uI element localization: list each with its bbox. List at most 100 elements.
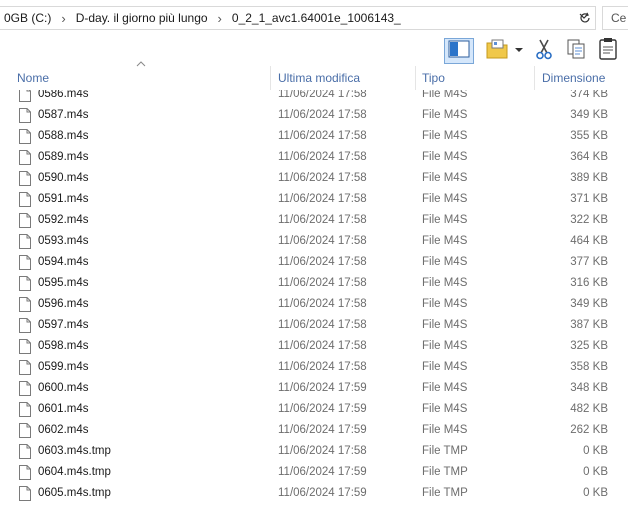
file-modified: 11/06/2024 17:59 — [278, 487, 367, 499]
file-row[interactable]: 0602.m4s 11/06/2024 17:59 File M4S 262 KB — [0, 420, 628, 441]
file-row[interactable]: 0601.m4s 11/06/2024 17:59 File M4S 482 KB — [0, 399, 628, 420]
file-row[interactable]: 0598.m4s 11/06/2024 17:58 File M4S 325 KB — [0, 336, 628, 357]
file-modified: 11/06/2024 17:58 — [278, 445, 367, 457]
column-header-row: Nome Ultima modifica Tipo Dimensione — [0, 61, 628, 90]
file-icon — [19, 129, 31, 144]
file-modified: 11/06/2024 17:58 — [278, 172, 367, 184]
file-size: 364 KB — [570, 151, 608, 163]
file-modified: 11/06/2024 17:59 — [278, 424, 367, 436]
file-row[interactable]: 0604.m4s.tmp 11/06/2024 17:59 File TMP 0 KB — [0, 462, 628, 483]
preview-pane-icon — [448, 40, 470, 63]
file-modified: 11/06/2024 17:59 — [278, 382, 367, 394]
file-size: 389 KB — [570, 172, 608, 184]
file-row[interactable]: 0600.m4s 11/06/2024 17:59 File M4S 348 KB — [0, 378, 628, 399]
paste-button[interactable] — [596, 37, 620, 64]
file-name[interactable]: 0604.m4s.tmp — [38, 462, 111, 483]
file-type: File TMP — [422, 466, 468, 478]
file-size: 325 KB — [570, 340, 608, 352]
file-type: File M4S — [422, 361, 468, 373]
file-name[interactable]: 0595.m4s — [38, 273, 89, 294]
file-name[interactable]: 0594.m4s — [38, 252, 89, 273]
file-icon — [19, 234, 31, 249]
file-row[interactable]: 0593.m4s 11/06/2024 17:58 File M4S 464 KB — [0, 231, 628, 252]
column-header-type[interactable]: Tipo — [416, 66, 535, 90]
file-modified: 11/06/2024 17:58 — [278, 130, 367, 142]
file-modified: 11/06/2024 17:58 — [278, 319, 367, 331]
breadcrumb-folder[interactable]: D-day. il giorno più lungo — [72, 11, 212, 25]
file-modified: 11/06/2024 17:58 — [278, 277, 367, 289]
file-type: File M4S — [422, 151, 468, 163]
file-name[interactable]: 0597.m4s — [38, 315, 89, 336]
column-header-size[interactable]: Dimensione — [535, 66, 628, 90]
change-view-icon — [485, 38, 525, 65]
file-size: 349 KB — [570, 298, 608, 310]
file-row[interactable]: 0587.m4s 11/06/2024 17:58 File M4S 349 KB — [0, 105, 628, 126]
file-row[interactable]: 0590.m4s 11/06/2024 17:58 File M4S 389 KB — [0, 168, 628, 189]
cut-icon — [534, 38, 554, 65]
file-name[interactable]: 0596.m4s — [38, 294, 89, 315]
column-header-name[interactable]: Nome — [0, 66, 271, 90]
file-name[interactable]: 0588.m4s — [38, 126, 89, 147]
file-size: 358 KB — [570, 361, 608, 373]
breadcrumb-drive[interactable]: 0GB (C:) — [0, 11, 55, 25]
copy-icon — [566, 38, 586, 65]
breadcrumb-current-folder[interactable]: 0_2_1_avc1.64001e_1006143_ — [228, 11, 405, 25]
file-modified: 11/06/2024 17:59 — [278, 466, 367, 478]
breadcrumb-separator: › — [61, 10, 66, 26]
file-size: 0 KB — [583, 487, 608, 499]
column-header-modified[interactable]: Ultima modifica — [271, 66, 416, 90]
file-type: File M4S — [422, 130, 468, 142]
file-list: 0586.m4s 11/06/2024 17:58 File M4S 374 KB 05… — [0, 90, 628, 518]
file-row[interactable]: 0599.m4s 11/06/2024 17:58 File M4S 358 KB — [0, 357, 628, 378]
file-name[interactable]: 0603.m4s.tmp — [38, 441, 111, 462]
file-name[interactable]: 0602.m4s — [38, 420, 89, 441]
file-row[interactable]: 0588.m4s 11/06/2024 17:58 File M4S 355 KB — [0, 126, 628, 147]
file-modified: 11/06/2024 17:58 — [278, 298, 367, 310]
file-name[interactable]: 0598.m4s — [38, 336, 89, 357]
cut-button[interactable] — [532, 38, 556, 64]
file-name[interactable]: 0605.m4s.tmp — [38, 483, 111, 504]
file-type: File M4S — [422, 193, 468, 205]
file-size: 262 KB — [570, 424, 608, 436]
file-type: File M4S — [422, 403, 468, 415]
file-type: File M4S — [422, 109, 468, 121]
file-modified: 11/06/2024 17:58 — [278, 193, 367, 205]
file-icon — [19, 486, 31, 501]
address-bar[interactable]: 0GB (C:) › D-day. il giorno più lungo › … — [0, 6, 596, 30]
file-row[interactable]: 0586.m4s 11/06/2024 17:58 File M4S 374 KB — [0, 90, 628, 105]
file-row[interactable]: 0605.m4s.tmp 11/06/2024 17:59 File TMP 0 KB — [0, 483, 628, 504]
search-input[interactable]: Ce — [602, 6, 628, 30]
file-modified: 11/06/2024 17:58 — [278, 256, 367, 268]
file-row[interactable]: 0594.m4s 11/06/2024 17:58 File M4S 377 KB — [0, 252, 628, 273]
file-name[interactable]: 0589.m4s — [38, 147, 89, 168]
file-row[interactable]: 0603.m4s.tmp 11/06/2024 17:58 File TMP 0 KB — [0, 441, 628, 462]
file-size: 355 KB — [570, 130, 608, 142]
file-size: 371 KB — [570, 193, 608, 205]
file-name[interactable]: 0590.m4s — [38, 168, 89, 189]
file-row[interactable]: 0589.m4s 11/06/2024 17:58 File M4S 364 KB — [0, 147, 628, 168]
file-row[interactable]: 0592.m4s 11/06/2024 17:58 File M4S 322 KB — [0, 210, 628, 231]
file-name[interactable]: 0599.m4s — [38, 357, 89, 378]
file-size: 464 KB — [570, 235, 608, 247]
file-name[interactable]: 0600.m4s — [38, 378, 89, 399]
file-name[interactable]: 0601.m4s — [38, 399, 89, 420]
file-name[interactable]: 0593.m4s — [38, 231, 89, 252]
refresh-icon[interactable] — [574, 6, 596, 30]
change-view-button[interactable] — [484, 38, 526, 64]
copy-button[interactable] — [564, 38, 588, 64]
file-name[interactable]: 0591.m4s — [38, 189, 89, 210]
file-icon — [19, 339, 31, 354]
file-name[interactable]: 0586.m4s — [38, 90, 89, 105]
file-row[interactable]: 0595.m4s 11/06/2024 17:58 File M4S 316 KB — [0, 273, 628, 294]
file-name[interactable]: 0592.m4s — [38, 210, 89, 231]
file-size: 322 KB — [570, 214, 608, 226]
file-row[interactable]: 0596.m4s 11/06/2024 17:58 File M4S 349 KB — [0, 294, 628, 315]
file-name[interactable]: 0587.m4s — [38, 105, 89, 126]
file-row[interactable]: 0597.m4s 11/06/2024 17:58 File M4S 387 KB — [0, 315, 628, 336]
file-icon — [19, 192, 31, 207]
file-icon — [19, 255, 31, 270]
preview-pane-button[interactable] — [444, 38, 474, 64]
file-row[interactable]: 0591.m4s 11/06/2024 17:58 File M4S 371 KB — [0, 189, 628, 210]
file-size: 377 KB — [570, 256, 608, 268]
file-modified: 11/06/2024 17:59 — [278, 403, 367, 415]
